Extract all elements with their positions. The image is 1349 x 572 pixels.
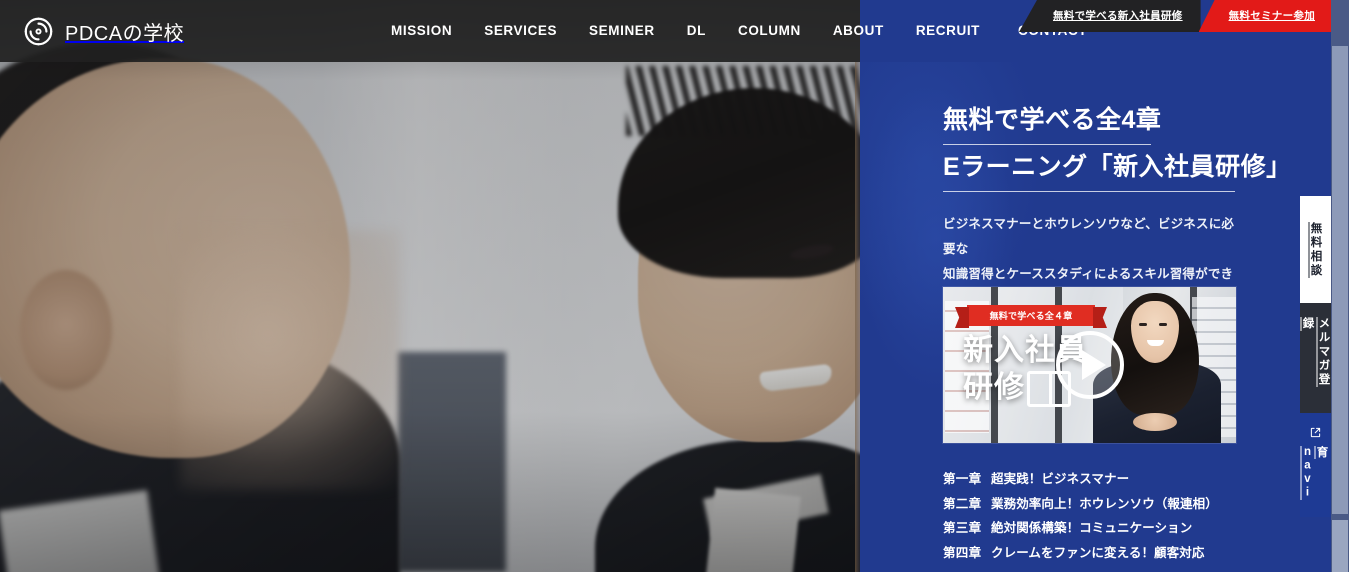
site-header: PDCAの学校 MISSION SERVICES SEMINER DL COLU… <box>0 0 1349 62</box>
floating-side-tabs: 無料相談 メルマガ登録 育navi <box>1300 196 1331 517</box>
chapter-title: 業務効率向上！ホウレンソウ（報連相） <box>991 496 1218 511</box>
header-cta-group: 無料で学べる新入社員研修 無料セミナー参加 <box>1018 0 1331 34</box>
chapter-number: 第一章 <box>943 472 982 486</box>
page-stage: PDCAの学校 MISSION SERVICES SEMINER DL COLU… <box>0 0 1349 572</box>
chapter-title: 超実践！ビジネスマナー <box>991 472 1130 486</box>
nav-item-mission[interactable]: MISSION <box>375 0 468 62</box>
external-link-icon <box>1310 427 1321 442</box>
side-tab-ikunavi-label: 育navi <box>1301 445 1328 500</box>
scrollbar-thumb-lower[interactable] <box>1332 520 1348 572</box>
nav-item-column[interactable]: COLUMN <box>722 0 817 62</box>
cta-free-training-button[interactable]: 無料で学べる新入社員研修 <box>1018 0 1201 32</box>
chapter-item: 第一章 超実践！ビジネスマナー <box>943 467 1263 492</box>
site-logo-text: PDCAの学校 <box>65 22 185 45</box>
page-scrollbar[interactable] <box>1331 0 1349 572</box>
chapter-title: クレームをファンに変える！顧客対応 <box>991 545 1205 560</box>
play-icon[interactable] <box>1056 331 1124 399</box>
hero-divider-2 <box>943 190 1235 192</box>
nav-item-seminer[interactable]: SEMINER <box>573 0 671 62</box>
video-ribbon-badge: 無料で学べる全４章 <box>967 305 1095 326</box>
chapter-number: 第三章 <box>943 521 982 535</box>
promo-video-thumbnail[interactable]: 無料で学べる全４章 新入社員 研修 <box>943 287 1236 443</box>
chapter-list: 第一章 超実践！ビジネスマナー 第二章 業務効率向上！ホウレンソウ（報連相） 第… <box>943 467 1263 565</box>
chapter-number: 第四章 <box>943 545 982 560</box>
pdca-cycle-icon <box>22 15 55 48</box>
video-presenter-eye <box>1139 323 1147 326</box>
chapter-item: 第二章 業務効率向上！ホウレンソウ（報連相） <box>943 492 1263 517</box>
nav-item-dl[interactable]: DL <box>671 0 722 62</box>
video-presenter-hands <box>1133 413 1177 431</box>
cta-free-seminar-button[interactable]: 無料セミナー参加 <box>1198 0 1331 32</box>
hero-divider-1 <box>943 143 1151 145</box>
nav-item-services[interactable]: SERVICES <box>468 0 573 62</box>
hero-heading-line2: Eラーニング「新入社員研修」 <box>943 152 1292 181</box>
nav-item-recruit[interactable]: RECRUIT <box>900 0 996 62</box>
side-tab-ikunavi[interactable]: 育navi <box>1300 413 1331 517</box>
site-logo[interactable]: PDCAの学校 <box>22 13 184 49</box>
primary-nav: MISSION SERVICES SEMINER DL COLUMN ABOUT… <box>375 0 1103 62</box>
nav-item-about[interactable]: ABOUT <box>817 0 900 62</box>
hero-description-line1: ビジネスマナーとホウレンソウなど、ビジネスに必要な <box>943 216 1235 256</box>
hero-copy: 無料で学べる全4章 Eラーニング「新入社員研修」 ビジネスマナーとホウレンソウな… <box>943 104 1292 312</box>
chapter-item: 第四章 クレームをファンに変える！顧客対応 <box>943 541 1263 566</box>
chapter-item: 第三章 絶対関係構築！コミュニケーション <box>943 516 1263 541</box>
side-tab-newsletter-signup[interactable]: メルマガ登録 <box>1300 303 1331 413</box>
scrollbar-thumb[interactable] <box>1332 46 1348 514</box>
hero-heading-line1: 無料で学べる全4章 <box>943 106 1162 134</box>
side-tab-free-consultation[interactable]: 無料相談 <box>1300 196 1331 303</box>
video-presenter-eye <box>1159 323 1167 326</box>
chapter-number: 第二章 <box>943 496 982 511</box>
chapter-title: 絶対関係構築！コミュニケーション <box>991 521 1193 535</box>
